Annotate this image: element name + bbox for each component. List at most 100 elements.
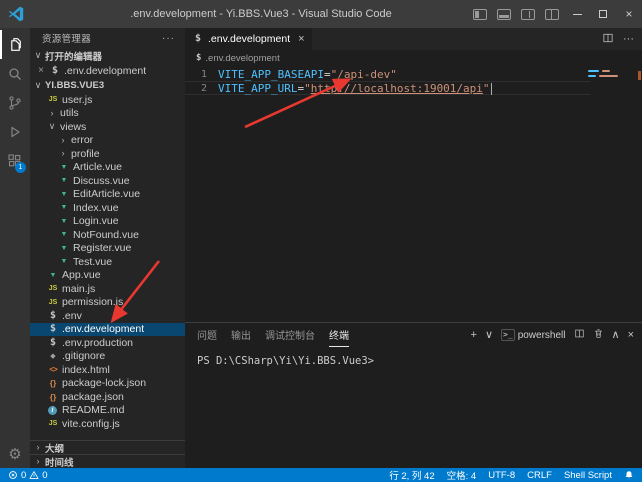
indentation[interactable]: 空格: 4 [447, 468, 477, 482]
kill-terminal-icon[interactable] [593, 328, 604, 342]
tree-item-utils[interactable]: ›utils [30, 107, 185, 121]
tree-item-main.js[interactable]: JSmain.js [30, 282, 185, 296]
warning-count: 0 [42, 470, 47, 481]
open-editor-item[interactable]: × $ .env.development [30, 63, 185, 78]
toggle-sidebar-icon[interactable] [473, 9, 487, 20]
tree-item-index.html[interactable]: <>index.html [30, 363, 185, 377]
titlebar-controls: × [468, 0, 642, 28]
more-actions-icon[interactable]: ··· [623, 33, 634, 45]
tree-item-vite.config.js[interactable]: JSvite.config.js [30, 417, 185, 431]
tree-item-profile[interactable]: ›profile [30, 147, 185, 161]
timeline-section[interactable]: › 时间线 [30, 454, 185, 468]
extensions-icon[interactable]: 1 [0, 146, 30, 175]
run-debug-icon[interactable] [0, 117, 30, 146]
cursor-position[interactable]: 行 2, 列 42 [389, 468, 434, 482]
tree-item-.gitignore[interactable]: ◆.gitignore [30, 350, 185, 364]
encoding[interactable]: UTF-8 [488, 470, 515, 481]
tree-item-NotFound.vue[interactable]: ▼NotFound.vue [30, 228, 185, 242]
maximize-button[interactable] [590, 0, 616, 28]
notifications-bell-icon[interactable] [624, 470, 634, 480]
close-panel-icon[interactable]: × [628, 330, 634, 341]
tree-item-label: .env [62, 310, 82, 322]
terminal-dropdown-icon[interactable]: ∨ [485, 330, 493, 341]
tree-item-.env.development[interactable]: $.env.development [30, 323, 185, 337]
project-root-header[interactable]: ∨ YI.BBS.VUE3 [30, 78, 185, 93]
tree-item-Test.vue[interactable]: ▼Test.vue [30, 255, 185, 269]
toggle-panel-icon[interactable] [497, 9, 511, 20]
tree-item-Index.vue[interactable]: ▼Index.vue [30, 201, 185, 215]
settings-gear-icon[interactable]: ⚙ [8, 447, 21, 462]
problems-status[interactable]: 0 0 [8, 470, 48, 481]
env-file-icon: $ [47, 338, 59, 348]
vue-file-icon: ▼ [58, 177, 70, 184]
outline-section[interactable]: › 大纲 [30, 440, 185, 454]
eol[interactable]: CRLF [527, 470, 552, 481]
tree-item-.env.production[interactable]: $.env.production [30, 336, 185, 350]
tree-item-Discuss.vue[interactable]: ▼Discuss.vue [30, 174, 185, 188]
tree-item-App.vue[interactable]: ▼App.vue [30, 269, 185, 283]
source-control-icon[interactable] [0, 88, 30, 117]
tree-item-label: EditArticle.vue [73, 188, 140, 200]
language-mode[interactable]: Shell Script [564, 470, 612, 481]
breadcrumb-item[interactable]: .env.development [205, 53, 279, 64]
code-line-1[interactable]: 1VITE_APP_BASEAPI="/api-dev" [185, 67, 590, 81]
close-window-button[interactable]: × [616, 0, 642, 28]
tree-item-.env[interactable]: $.env [30, 309, 185, 323]
tree-item-EditArticle.vue[interactable]: ▼EditArticle.vue [30, 188, 185, 202]
tree-item-permission.js[interactable]: JSpermission.js [30, 296, 185, 310]
panel-tab-问题[interactable]: 问题 [197, 323, 217, 347]
chevron-right-icon: › [58, 136, 68, 145]
breadcrumb[interactable]: $ .env.development [185, 50, 642, 66]
tree-item-package.json[interactable]: {}package.json [30, 390, 185, 404]
terminal-output[interactable]: PS D:\CSharp\Yi\Yi.BBS.Vue3> [185, 347, 642, 468]
panel-tab-输出[interactable]: 输出 [231, 323, 251, 347]
env-file-icon: $ [196, 53, 201, 63]
tree-item-Article.vue[interactable]: ▼Article.vue [30, 161, 185, 175]
split-editor-icon[interactable] [602, 32, 614, 47]
tree-item-label: App.vue [62, 269, 101, 281]
editor-actions: ··· [602, 28, 642, 50]
minimap[interactable] [588, 70, 630, 77]
env-file-icon: $ [47, 311, 59, 321]
code-line-2[interactable]: 2VITE_APP_URL="http://localhost:19001/ap… [185, 81, 590, 95]
close-tab-icon[interactable]: × [298, 33, 304, 45]
code-editor[interactable]: 1VITE_APP_BASEAPI="/api-dev"2VITE_APP_UR… [185, 66, 642, 322]
search-icon[interactable] [0, 59, 30, 88]
js-file-icon: JS [47, 420, 59, 427]
html-file-icon: <> [47, 366, 59, 374]
terminal-selector[interactable]: >_ powershell [501, 329, 565, 341]
more-actions-icon[interactable]: ··· [162, 33, 175, 44]
tab-env-development[interactable]: $ .env.development × [185, 28, 312, 50]
sidebar-footer: › 大纲 › 时间线 [30, 440, 185, 468]
toggle-secondary-sidebar-icon[interactable] [521, 9, 535, 20]
panel-header: 问题输出调试控制台终端 + ∨ >_ powershell [185, 323, 642, 347]
panel-tab-终端[interactable]: 终端 [329, 323, 349, 347]
tree-item-label: package.json [62, 391, 124, 403]
minimize-button[interactable] [564, 0, 590, 28]
tree-item-Register.vue[interactable]: ▼Register.vue [30, 242, 185, 256]
explorer-icon[interactable] [0, 30, 30, 59]
tree-item-user.js[interactable]: JSuser.js [30, 93, 185, 107]
tree-item-Login.vue[interactable]: ▼Login.vue [30, 215, 185, 229]
new-terminal-icon[interactable]: + [471, 330, 477, 341]
line-number: 2 [185, 83, 207, 94]
customize-layout-icon[interactable] [545, 9, 559, 20]
chevron-down-icon: ∨ [33, 51, 43, 60]
maximize-panel-icon[interactable]: ∧ [612, 330, 620, 341]
tree-item-views[interactable]: ∨views [30, 120, 185, 134]
env-file-icon: $ [192, 34, 204, 44]
tree-item-README.md[interactable]: iREADME.md [30, 404, 185, 418]
tree-item-label: user.js [62, 94, 92, 106]
split-terminal-icon[interactable] [574, 328, 585, 342]
vue-file-icon: ▼ [58, 258, 70, 265]
tree-item-package-lock.json[interactable]: {}package-lock.json [30, 377, 185, 391]
chevron-right-icon: › [47, 109, 57, 118]
vscode-logo-icon [8, 6, 24, 22]
vue-file-icon: ▼ [58, 164, 70, 171]
close-editor-icon[interactable]: × [36, 65, 46, 76]
warning-icon [29, 470, 39, 480]
sidebar-title: 资源管理器 [42, 31, 91, 45]
panel-tab-调试控制台[interactable]: 调试控制台 [265, 323, 315, 347]
open-editors-header[interactable]: ∨ 打开的编辑器 [30, 48, 185, 63]
tree-item-error[interactable]: ›error [30, 134, 185, 148]
